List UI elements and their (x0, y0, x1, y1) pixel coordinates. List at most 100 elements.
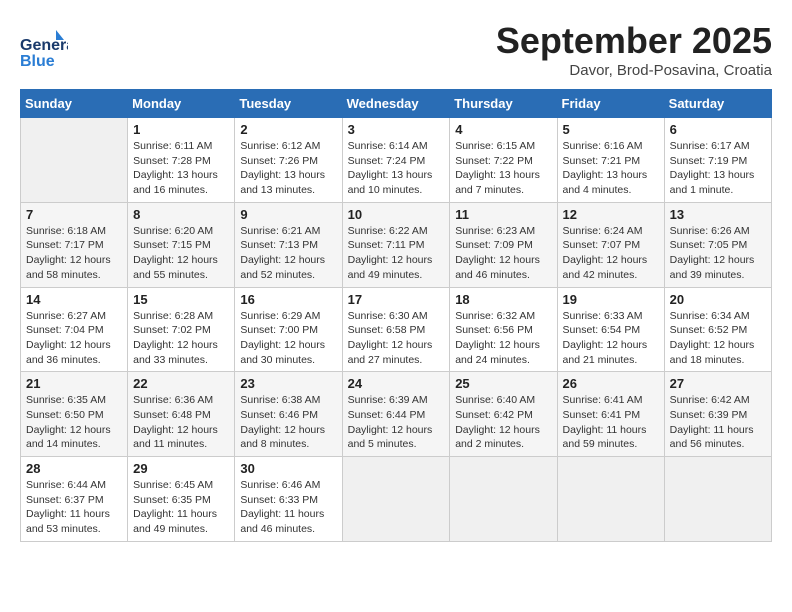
day-number: 9 (240, 207, 336, 222)
calendar-cell: 29 Sunrise: 6:45 AM Sunset: 6:35 PM Dayli… (128, 457, 235, 542)
calendar-cell (450, 457, 557, 542)
calendar-body: 1 Sunrise: 6:11 AM Sunset: 7:28 PM Daylig… (21, 118, 772, 542)
day-number: 2 (240, 122, 336, 137)
day-info: Sunrise: 6:26 AM Sunset: 7:05 PM Dayligh… (670, 224, 766, 283)
calendar-week-row: 1 Sunrise: 6:11 AM Sunset: 7:28 PM Daylig… (21, 118, 772, 203)
day-number: 6 (670, 122, 766, 137)
day-info: Sunrise: 6:11 AM Sunset: 7:28 PM Dayligh… (133, 139, 229, 198)
calendar-cell (557, 457, 664, 542)
calendar-header-row: SundayMondayTuesdayWednesdayThursdayFrid… (21, 90, 772, 118)
calendar-week-row: 21 Sunrise: 6:35 AM Sunset: 6:50 PM Dayli… (21, 372, 772, 457)
day-info: Sunrise: 6:24 AM Sunset: 7:07 PM Dayligh… (563, 224, 659, 283)
calendar-cell: 17 Sunrise: 6:30 AM Sunset: 6:58 PM Dayli… (342, 287, 450, 372)
day-of-week-header: Tuesday (235, 90, 342, 118)
location-subtitle: Davor, Brod-Posavina, Croatia (496, 62, 772, 79)
day-number: 17 (348, 292, 445, 307)
day-number: 25 (455, 376, 551, 391)
day-info: Sunrise: 6:27 AM Sunset: 7:04 PM Dayligh… (26, 309, 122, 368)
calendar-cell: 10Sunrise: 6:22 AM Sunset: 7:11 PM Dayli… (342, 202, 450, 287)
day-of-week-header: Thursday (450, 90, 557, 118)
day-number: 14 (26, 292, 122, 307)
calendar-week-row: 28 Sunrise: 6:44 AM Sunset: 6:37 PM Dayli… (21, 457, 772, 542)
day-of-week-header: Saturday (664, 90, 771, 118)
day-of-week-header: Wednesday (342, 90, 450, 118)
day-info: Sunrise: 6:30 AM Sunset: 6:58 PM Dayligh… (348, 309, 445, 368)
calendar-cell (21, 118, 128, 203)
day-info: Sunrise: 6:38 AM Sunset: 6:46 PM Dayligh… (240, 393, 336, 452)
calendar-cell: 22Sunrise: 6:36 AM Sunset: 6:48 PM Dayli… (128, 372, 235, 457)
day-number: 22 (133, 376, 229, 391)
day-number: 1 (133, 122, 229, 137)
calendar-cell: 27Sunrise: 6:42 AM Sunset: 6:39 PM Dayli… (664, 372, 771, 457)
calendar-cell: 2 Sunrise: 6:12 AM Sunset: 7:26 PM Daylig… (235, 118, 342, 203)
calendar-cell: 30 Sunrise: 6:46 AM Sunset: 6:33 PM Dayli… (235, 457, 342, 542)
day-info: Sunrise: 6:12 AM Sunset: 7:26 PM Dayligh… (240, 139, 336, 198)
page-header: General Blue September 2025 Davor, Brod-… (20, 20, 772, 79)
day-info: Sunrise: 6:35 AM Sunset: 6:50 PM Dayligh… (26, 393, 122, 452)
day-info: Sunrise: 6:18 AM Sunset: 7:17 PM Dayligh… (26, 224, 122, 283)
day-info: Sunrise: 6:41 AM Sunset: 6:41 PM Dayligh… (563, 393, 659, 452)
logo: General Blue (20, 20, 72, 68)
day-number: 11 (455, 207, 551, 222)
title-block: September 2025 Davor, Brod-Posavina, Cro… (496, 20, 772, 79)
calendar-cell: 21 Sunrise: 6:35 AM Sunset: 6:50 PM Dayli… (21, 372, 128, 457)
calendar-cell: 19Sunrise: 6:33 AM Sunset: 6:54 PM Dayli… (557, 287, 664, 372)
calendar-cell (664, 457, 771, 542)
day-number: 16 (240, 292, 336, 307)
calendar-cell: 25Sunrise: 6:40 AM Sunset: 6:42 PM Dayli… (450, 372, 557, 457)
calendar-cell: 16 Sunrise: 6:29 AM Sunset: 7:00 PM Dayli… (235, 287, 342, 372)
calendar-cell: 12Sunrise: 6:24 AM Sunset: 7:07 PM Dayli… (557, 202, 664, 287)
calendar-cell: 23 Sunrise: 6:38 AM Sunset: 6:46 PM Dayli… (235, 372, 342, 457)
day-of-week-header: Monday (128, 90, 235, 118)
calendar-cell: 18 Sunrise: 6:32 AM Sunset: 6:56 PM Dayli… (450, 287, 557, 372)
day-number: 30 (240, 461, 336, 476)
calendar-cell: 7 Sunrise: 6:18 AM Sunset: 7:17 PM Daylig… (21, 202, 128, 287)
calendar-week-row: 14 Sunrise: 6:27 AM Sunset: 7:04 PM Dayli… (21, 287, 772, 372)
svg-text:Blue: Blue (20, 53, 55, 68)
day-number: 23 (240, 376, 336, 391)
day-info: Sunrise: 6:17 AM Sunset: 7:19 PM Dayligh… (670, 139, 766, 198)
day-info: Sunrise: 6:23 AM Sunset: 7:09 PM Dayligh… (455, 224, 551, 283)
calendar-cell: 11 Sunrise: 6:23 AM Sunset: 7:09 PM Dayli… (450, 202, 557, 287)
day-number: 18 (455, 292, 551, 307)
calendar-cell: 5 Sunrise: 6:16 AM Sunset: 7:21 PM Daylig… (557, 118, 664, 203)
day-number: 20 (670, 292, 766, 307)
day-number: 21 (26, 376, 122, 391)
calendar-cell: 24 Sunrise: 6:39 AM Sunset: 6:44 PM Dayli… (342, 372, 450, 457)
day-number: 27 (670, 376, 766, 391)
day-of-week-header: Friday (557, 90, 664, 118)
day-info: Sunrise: 6:34 AM Sunset: 6:52 PM Dayligh… (670, 309, 766, 368)
day-info: Sunrise: 6:14 AM Sunset: 7:24 PM Dayligh… (348, 139, 445, 198)
day-number: 24 (348, 376, 445, 391)
day-info: Sunrise: 6:39 AM Sunset: 6:44 PM Dayligh… (348, 393, 445, 452)
day-info: Sunrise: 6:32 AM Sunset: 6:56 PM Dayligh… (455, 309, 551, 368)
day-number: 7 (26, 207, 122, 222)
calendar-cell: 3 Sunrise: 6:14 AM Sunset: 7:24 PM Daylig… (342, 118, 450, 203)
day-info: Sunrise: 6:46 AM Sunset: 6:33 PM Dayligh… (240, 478, 336, 537)
day-number: 4 (455, 122, 551, 137)
calendar-cell: 15 Sunrise: 6:28 AM Sunset: 7:02 PM Dayli… (128, 287, 235, 372)
day-number: 13 (670, 207, 766, 222)
day-number: 26 (563, 376, 659, 391)
day-number: 5 (563, 122, 659, 137)
logo-icon: General Blue (20, 20, 68, 68)
calendar-cell: 4 Sunrise: 6:15 AM Sunset: 7:22 PM Daylig… (450, 118, 557, 203)
day-info: Sunrise: 6:22 AM Sunset: 7:11 PM Dayligh… (348, 224, 445, 283)
calendar-cell: 13 Sunrise: 6:26 AM Sunset: 7:05 PM Dayli… (664, 202, 771, 287)
day-info: Sunrise: 6:16 AM Sunset: 7:21 PM Dayligh… (563, 139, 659, 198)
calendar-cell (342, 457, 450, 542)
day-info: Sunrise: 6:15 AM Sunset: 7:22 PM Dayligh… (455, 139, 551, 198)
day-info: Sunrise: 6:45 AM Sunset: 6:35 PM Dayligh… (133, 478, 229, 537)
day-number: 29 (133, 461, 229, 476)
day-info: Sunrise: 6:20 AM Sunset: 7:15 PM Dayligh… (133, 224, 229, 283)
day-info: Sunrise: 6:29 AM Sunset: 7:00 PM Dayligh… (240, 309, 336, 368)
day-number: 3 (348, 122, 445, 137)
day-number: 15 (133, 292, 229, 307)
calendar-cell: 14 Sunrise: 6:27 AM Sunset: 7:04 PM Dayli… (21, 287, 128, 372)
calendar-cell: 1 Sunrise: 6:11 AM Sunset: 7:28 PM Daylig… (128, 118, 235, 203)
day-number: 28 (26, 461, 122, 476)
calendar-cell: 20 Sunrise: 6:34 AM Sunset: 6:52 PM Dayli… (664, 287, 771, 372)
day-info: Sunrise: 6:44 AM Sunset: 6:37 PM Dayligh… (26, 478, 122, 537)
calendar-cell: 26 Sunrise: 6:41 AM Sunset: 6:41 PM Dayli… (557, 372, 664, 457)
day-info: Sunrise: 6:28 AM Sunset: 7:02 PM Dayligh… (133, 309, 229, 368)
